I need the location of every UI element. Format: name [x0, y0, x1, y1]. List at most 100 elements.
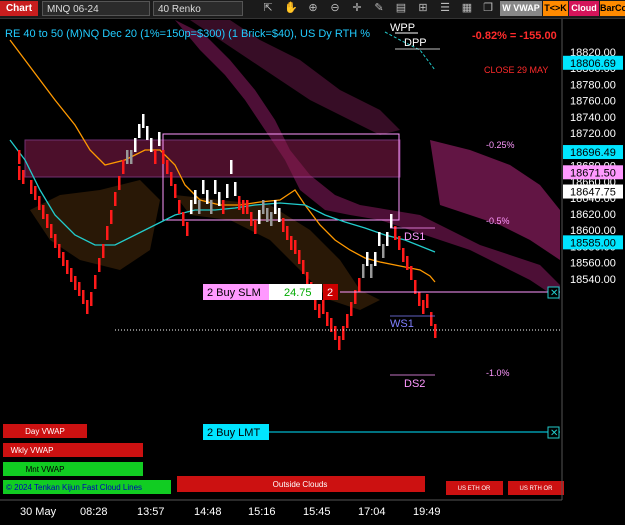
renko-brick	[150, 138, 153, 152]
renko-brick	[162, 150, 165, 164]
renko-brick	[202, 180, 205, 194]
day-vwap-button[interactable]: Day VWAP	[3, 424, 87, 438]
renko-brick	[62, 252, 65, 266]
pencil-icon[interactable]: ✎	[371, 1, 387, 16]
grid-icon[interactable]: ⊞	[415, 1, 431, 16]
renko-brick	[190, 200, 193, 214]
renko-brick	[254, 220, 257, 234]
price-marker-label: 18806.69	[570, 58, 616, 70]
zoom-icon[interactable]: ⊕	[305, 1, 321, 16]
chart-panel[interactable]: RE 40 to 50 (M)NQ Dec 20 (1%=150p=$300) …	[0, 19, 625, 525]
renko-brick	[406, 256, 409, 270]
barco-button[interactable]: BarCo	[600, 1, 625, 16]
pct-label-025: -0.25%	[486, 140, 515, 150]
windows-icon[interactable]: ❐	[480, 1, 496, 16]
time-tick-label: 30 May	[20, 506, 57, 518]
ds2-label: DS2	[404, 378, 425, 390]
renko-brick	[138, 124, 141, 138]
renko-brick	[98, 258, 101, 272]
zone-rectangle-upper[interactable]	[24, 139, 401, 178]
renko-brick	[226, 184, 229, 198]
close-order-slm-icon[interactable]: ✕	[547, 286, 560, 299]
pct-label-1: -1.0%	[486, 368, 510, 378]
time-tick-label: 15:45	[303, 506, 331, 518]
svg-text:✕: ✕	[550, 428, 558, 439]
instrument-selector[interactable]: MNQ 06-24	[42, 1, 150, 16]
bar-type-selector[interactable]: 40 Renko	[153, 1, 243, 16]
buy-slm-order[interactable]: 2 Buy SLM 24.75 2	[203, 284, 338, 300]
renko-brick	[206, 190, 209, 204]
buy-slm-label[interactable]: 2 Buy SLM	[207, 287, 261, 299]
renko-brick	[114, 192, 117, 206]
renko-brick	[70, 268, 73, 282]
outside-clouds-button[interactable]: Outside Clouds	[177, 476, 425, 492]
bars-icon[interactable]: ▤	[393, 1, 409, 16]
renko-brick	[166, 160, 169, 174]
change-readout: -0.82% = -155.00	[472, 30, 557, 42]
renko-brick	[282, 218, 285, 232]
renko-brick	[430, 312, 433, 326]
us-rth-or-button[interactable]: US RTH OR	[508, 481, 564, 495]
renko-brick	[134, 138, 137, 152]
renko-brick	[18, 150, 21, 164]
outside-clouds-label[interactable]: Outside Clouds	[273, 480, 328, 489]
time-tick-label: 08:28	[80, 506, 108, 518]
renko-brick	[434, 324, 437, 338]
renko-brick	[182, 212, 185, 226]
renko-brick	[66, 260, 69, 274]
renko-brick	[390, 214, 393, 228]
wkly-vwap-button[interactable]: Wkly VWAP	[3, 443, 143, 457]
zoom-out-icon[interactable]: ⊖	[327, 1, 343, 16]
price-tick-label: 18620.00	[570, 209, 616, 221]
time-tick-label: 15:16	[248, 506, 276, 518]
wkly-vwap-label[interactable]: Wkly VWAP	[11, 446, 54, 455]
buy-lmt-order[interactable]: 2 Buy LMT	[203, 424, 269, 440]
renko-brick	[18, 166, 21, 180]
cloud-button[interactable]: Cloud	[569, 1, 599, 16]
us-rth-or-label[interactable]: US RTH OR	[520, 486, 554, 492]
close-order-lmt-icon[interactable]: ✕	[547, 426, 560, 439]
price-tick-label: 18740.00	[570, 112, 616, 124]
renko-brick	[158, 132, 161, 146]
price-tick-label: 18720.00	[570, 128, 616, 140]
renko-brick	[246, 200, 249, 214]
day-vwap-label[interactable]: Day VWAP	[25, 427, 65, 436]
mnt-vwap-label[interactable]: Mnt VWAP	[26, 465, 65, 474]
us-eth-or-label[interactable]: US ETH OR	[458, 486, 491, 492]
renko-brick	[402, 248, 405, 262]
renko-brick	[130, 150, 133, 164]
layout-icon[interactable]: ▦	[459, 1, 475, 16]
time-tick-label: 17:04	[358, 506, 386, 518]
renko-brick	[58, 244, 61, 258]
renko-brick	[86, 300, 89, 314]
renko-brick	[74, 276, 77, 290]
us-eth-or-button[interactable]: US ETH OR	[446, 481, 503, 495]
svg-text:✕: ✕	[550, 288, 558, 299]
renko-brick	[358, 278, 361, 292]
renko-brick	[262, 200, 265, 214]
renko-brick	[238, 196, 241, 210]
crosshair-icon[interactable]: ✛	[349, 1, 365, 16]
w-vwap-button[interactable]: W VWAP	[500, 1, 542, 16]
time-tick-label: 14:48	[194, 506, 222, 518]
renko-brick	[186, 222, 189, 236]
tenkan-kijun-legend[interactable]: © 2024 Tenkan Kijun Fast Cloud Lines	[3, 480, 171, 494]
pointer-icon[interactable]: ⇱	[260, 1, 276, 16]
renko-brick	[374, 252, 377, 266]
buy-slm-qty[interactable]: 2	[327, 287, 333, 299]
renko-brick	[82, 290, 85, 304]
buy-lmt-label[interactable]: 2 Buy LMT	[207, 427, 260, 439]
renko-brick	[322, 300, 325, 314]
renko-brick	[214, 180, 217, 194]
hand-icon[interactable]: ✋	[283, 1, 299, 16]
list-icon[interactable]: ☰	[437, 1, 453, 16]
chart-tab[interactable]: Chart	[0, 1, 38, 16]
ws1-label: WS1	[390, 318, 414, 330]
price-marker-label: 18647.75	[570, 187, 616, 199]
renko-brick	[298, 250, 301, 264]
buy-slm-offset[interactable]: 24.75	[284, 287, 312, 299]
legend-label: © 2024 Tenkan Kijun Fast Cloud Lines	[6, 483, 142, 492]
tenkan-kijun-button[interactable]: T<>K	[543, 1, 568, 16]
mnt-vwap-button[interactable]: Mnt VWAP	[3, 462, 143, 476]
renko-brick	[250, 212, 253, 226]
